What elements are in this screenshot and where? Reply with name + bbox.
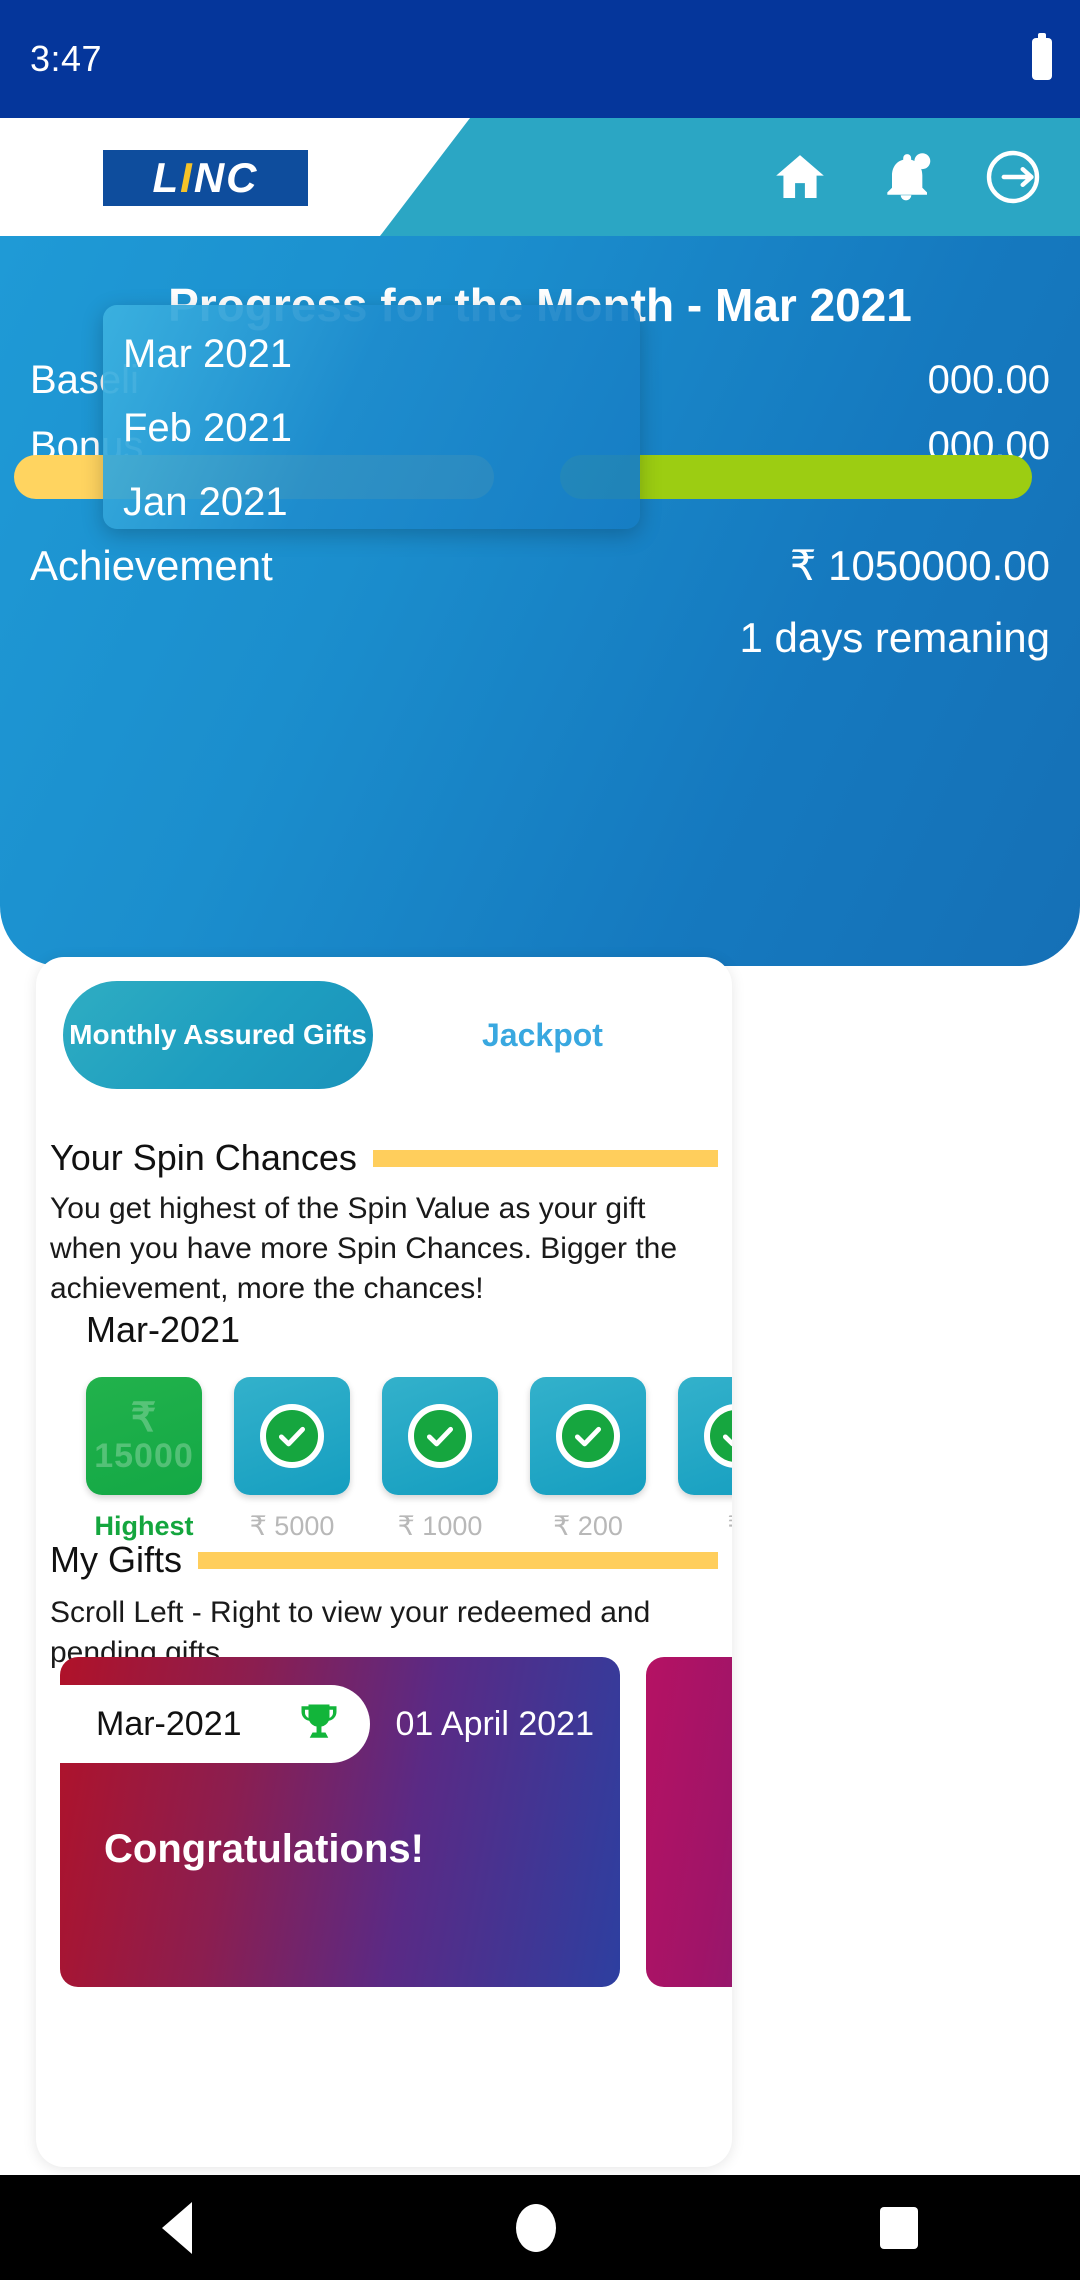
recent-square-icon[interactable]: [880, 2206, 918, 2249]
spin-chances-heading-rule: [372, 1149, 718, 1167]
spin-tile-5000[interactable]: ₹ 5000: [234, 1377, 350, 1542]
battery-icon: [1032, 33, 1052, 80]
rupee-symbol-icon: ₹: [130, 1396, 158, 1441]
dropdown-item-jan-2021[interactable]: Jan 2021: [103, 465, 640, 539]
content-card: Monthly Assured Gifts Jackpot Your Spin …: [36, 957, 732, 2167]
spin-tile-surface: [382, 1377, 498, 1495]
status-bar: 3:47: [0, 0, 1080, 118]
spin-tile-watermark-value: 15000: [94, 1437, 194, 1476]
spin-tile-surface: ₹ 15000: [86, 1377, 202, 1495]
achievement-label: Achievement: [30, 541, 273, 589]
month-dropdown-menu[interactable]: Mar 2021 Feb 2021 Jan 2021: [103, 305, 640, 529]
spin-tile-highest[interactable]: ₹ 15000 Highest: [86, 1377, 202, 1542]
spin-tile-surface: [678, 1377, 732, 1495]
back-triangle-icon[interactable]: [162, 2201, 192, 2254]
check-circle-icon: [260, 1404, 324, 1468]
linc-logo: LINC: [103, 150, 308, 206]
logo-letter-i: I: [180, 154, 194, 201]
days-remaining-label: 1 days remaning: [739, 614, 1050, 661]
logo-letter-l: L: [152, 154, 181, 201]
check-circle-icon: [556, 1404, 620, 1468]
my-gifts-heading-text: My Gifts: [50, 1539, 182, 1580]
spin-month-label: Mar-2021: [86, 1309, 241, 1350]
achievement-row: Achievement ₹ 1050000.00: [30, 541, 1050, 590]
gift-card[interactable]: Mar-2021 01 April 2021 Congratulations!: [60, 1657, 620, 1987]
home-circle-icon[interactable]: [516, 2203, 556, 2252]
tab-jackpot[interactable]: Jackpot: [436, 981, 686, 1089]
gift-card-month: Mar-2021: [96, 1704, 242, 1743]
gift-card-date: 01 April 2021: [395, 1704, 595, 1743]
logout-icon[interactable]: [982, 147, 1044, 207]
spin-tile-1000[interactable]: ₹ 1000: [382, 1377, 498, 1542]
tab-monthly-assured-gifts[interactable]: Monthly Assured Gifts: [63, 981, 373, 1089]
dropdown-item-mar-2021[interactable]: Mar 2021: [103, 317, 640, 391]
gift-card-next-partial[interactable]: [646, 1657, 732, 1987]
spin-tile-surface: [530, 1377, 646, 1495]
check-circle-icon: [408, 1404, 472, 1468]
notification-bell-icon[interactable]: [878, 148, 934, 206]
app-bar: LINC: [0, 118, 1080, 236]
status-bar-clock: 3:47: [30, 38, 103, 79]
gift-card-month-pill: Mar-2021: [60, 1685, 370, 1763]
spin-chances-description: You get highest of the Spin Value as you…: [50, 1192, 678, 1306]
spin-chances-list[interactable]: ₹ 15000 Highest ₹ 5000 ₹ 1000 ₹ 200: [36, 1377, 732, 1557]
android-nav-bar: [0, 2175, 1080, 2280]
trophy-icon: [298, 1700, 340, 1749]
spin-chances-heading: Your Spin Chances: [50, 1135, 718, 1181]
my-gifts-heading-rule: [198, 1551, 718, 1569]
app-bar-actions: [770, 118, 1044, 236]
home-icon[interactable]: [770, 149, 830, 205]
tab-bar: Monthly Assured Gifts Jackpot: [36, 981, 732, 1089]
achievement-value: ₹ 1050000.00: [789, 542, 1050, 589]
spin-tile-200[interactable]: ₹ 200: [530, 1377, 646, 1542]
dropdown-item-feb-2021[interactable]: Feb 2021: [103, 391, 640, 465]
baseline-value: 000.00: [927, 358, 1050, 402]
spin-chances-heading-text: Your Spin Chances: [50, 1137, 357, 1178]
my-gifts-heading: My Gifts: [50, 1537, 718, 1583]
my-gifts-list[interactable]: Mar-2021 01 April 2021 Congratulations!: [36, 1657, 732, 1987]
gift-card-title: Congratulations!: [104, 1827, 424, 1871]
spin-tile-surface: [234, 1377, 350, 1495]
rupee-watermark: ₹ 15000: [86, 1377, 202, 1495]
spin-tile-partial[interactable]: ₹: [678, 1377, 732, 1542]
logo-letters-nc: NC: [193, 154, 259, 201]
check-circle-icon: [704, 1404, 732, 1468]
